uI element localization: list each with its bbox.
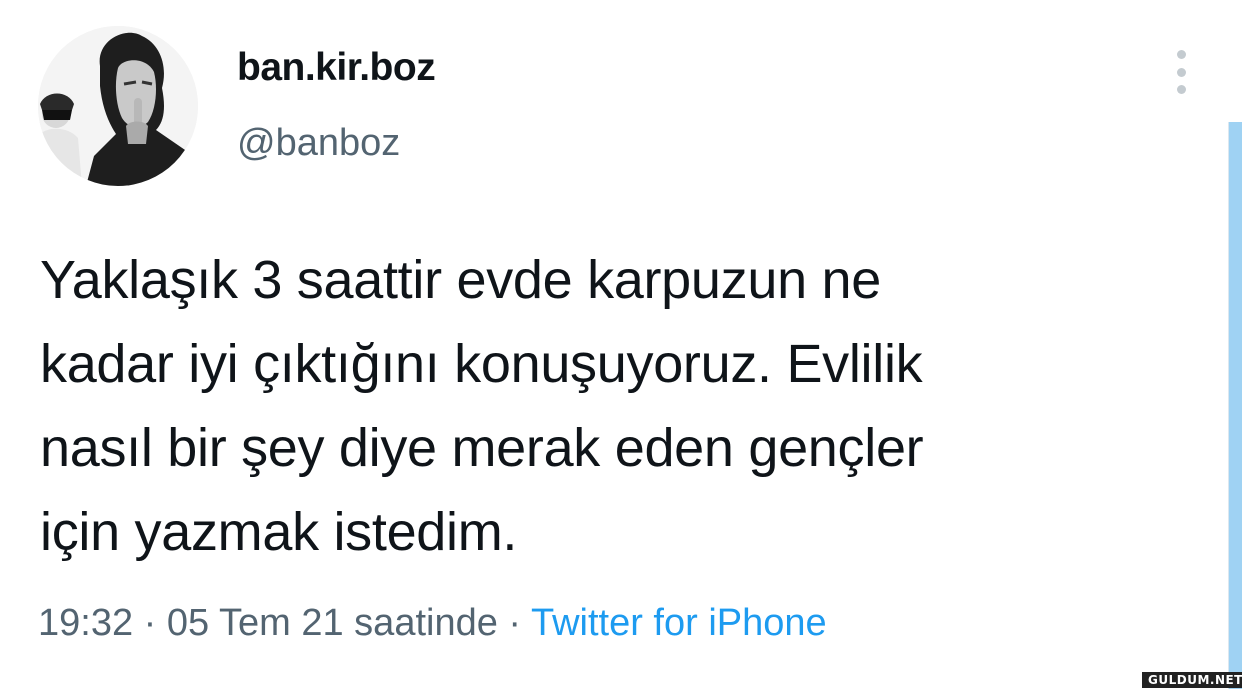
avatar[interactable] xyxy=(38,26,198,186)
tweet-date[interactable]: 05 Tem 21 saatinde xyxy=(167,602,498,644)
avatar-photo-icon xyxy=(38,26,198,186)
tweet-metadata: 19:32 · 05 Tem 21 saatinde · Twitter for… xyxy=(38,602,827,645)
tweet-line: kadar iyi çıktığını konuşuyoruz. Evlilik xyxy=(40,334,923,394)
tweet-time[interactable]: 19:32 xyxy=(38,602,133,644)
scrollbar-thumb[interactable] xyxy=(1229,122,1242,689)
separator: · xyxy=(143,602,157,644)
separator: · xyxy=(508,602,522,644)
user-handle[interactable]: @banboz xyxy=(237,122,400,165)
more-options-icon[interactable] xyxy=(1168,50,1194,94)
tweet-text: Yaklaşık 3 saattir evde karpuzun ne kada… xyxy=(40,238,1210,574)
watermark-logo: GULDUM.NET xyxy=(1142,672,1242,688)
tweet-line: nasıl bir şey diye merak eden gençler xyxy=(40,418,924,478)
menu-dot xyxy=(1176,50,1186,59)
menu-dot xyxy=(1176,67,1186,77)
tweet-line: Yaklaşık 3 saattir evde karpuzun ne xyxy=(40,250,881,310)
display-name[interactable]: ban.kir.boz xyxy=(237,46,436,90)
tweet-line: için yazmak istedim. xyxy=(40,502,518,562)
menu-dot xyxy=(1176,85,1186,94)
tweet-source-link[interactable]: Twitter for iPhone xyxy=(531,602,827,644)
